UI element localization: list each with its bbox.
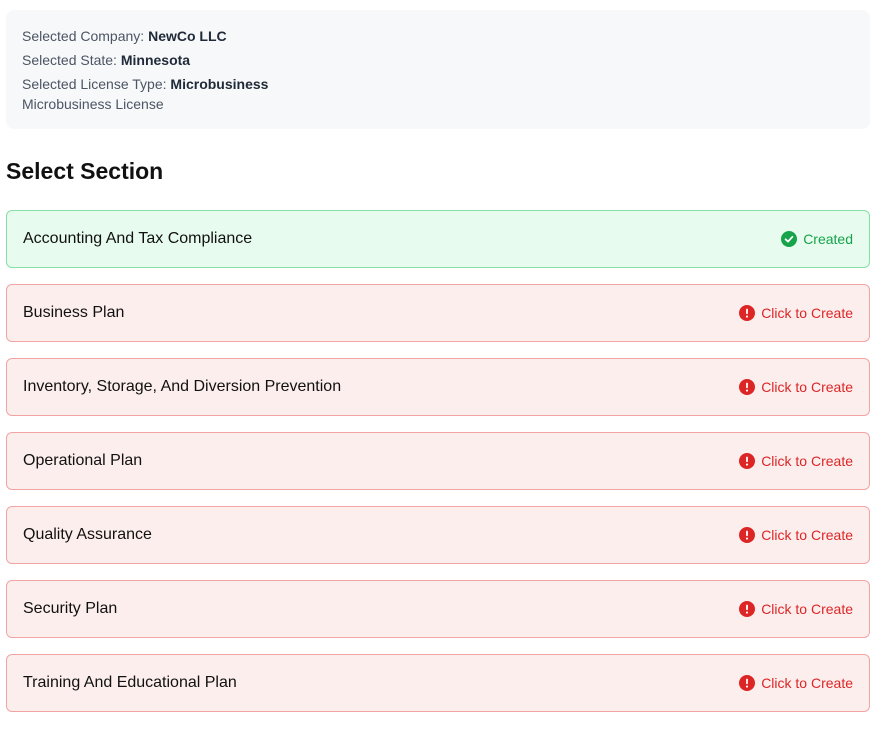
status-label: Created [803,231,853,247]
section-status: Click to Create [739,527,853,543]
selected-license-type: Selected License Type: Microbusiness [22,74,854,94]
section-status: Click to Create [739,305,853,321]
page-title: Select Section [6,158,164,184]
alert-circle-icon [739,379,756,395]
section-list: Accounting And Tax Compliance Created Bu… [6,210,870,728]
section-status: Click to Create [739,453,853,469]
section-item[interactable]: Business Plan Click to Create [6,284,870,342]
selection-summary: Selected Company: NewCo LLC Selected Sta… [6,10,870,129]
selected-company: Selected Company: NewCo LLC [22,26,854,46]
section-title: Quality Assurance [23,526,152,543]
company-value: NewCo LLC [148,28,227,44]
section-title: Training And Educational Plan [23,674,237,691]
check-circle-icon [781,231,798,247]
section-status: Created [781,231,853,247]
selected-state: Selected State: Minnesota [22,50,854,70]
license-label: Selected License Type: [22,76,167,92]
status-label: Click to Create [761,527,853,543]
section-title: Inventory, Storage, And Diversion Preven… [23,378,342,395]
state-value: Minnesota [120,52,191,68]
state-label: Selected State: [22,52,117,68]
license-description: Microbusiness License [22,96,164,112]
status-label: Click to Create [761,453,853,469]
section-title: Business Plan [23,304,125,321]
alert-circle-icon [739,453,756,469]
section-title: Accounting And Tax Compliance [23,230,253,247]
section-status: Click to Create [739,379,853,395]
company-label: Selected Company: [22,28,145,44]
section-item[interactable]: Security Plan Click to Create [6,580,870,638]
alert-circle-icon [739,305,756,321]
license-value: Microbusiness [170,76,269,92]
section-item[interactable]: Operational Plan Click to Create [6,432,870,490]
section-title: Security Plan [23,600,118,617]
section-title: Operational Plan [23,452,143,469]
section-item[interactable]: Training And Educational Plan Click to C… [6,654,870,712]
section-item[interactable]: Accounting And Tax Compliance Created [6,210,870,268]
status-label: Click to Create [761,305,853,321]
section-item[interactable]: Quality Assurance Click to Create [6,506,870,564]
alert-circle-icon [739,527,756,543]
status-label: Click to Create [761,675,853,691]
alert-circle-icon [739,675,756,691]
status-label: Click to Create [761,379,853,395]
section-status: Click to Create [739,675,853,691]
section-status: Click to Create [739,601,853,617]
section-item[interactable]: Inventory, Storage, And Diversion Preven… [6,358,870,416]
alert-circle-icon [739,601,756,617]
status-label: Click to Create [761,601,853,617]
